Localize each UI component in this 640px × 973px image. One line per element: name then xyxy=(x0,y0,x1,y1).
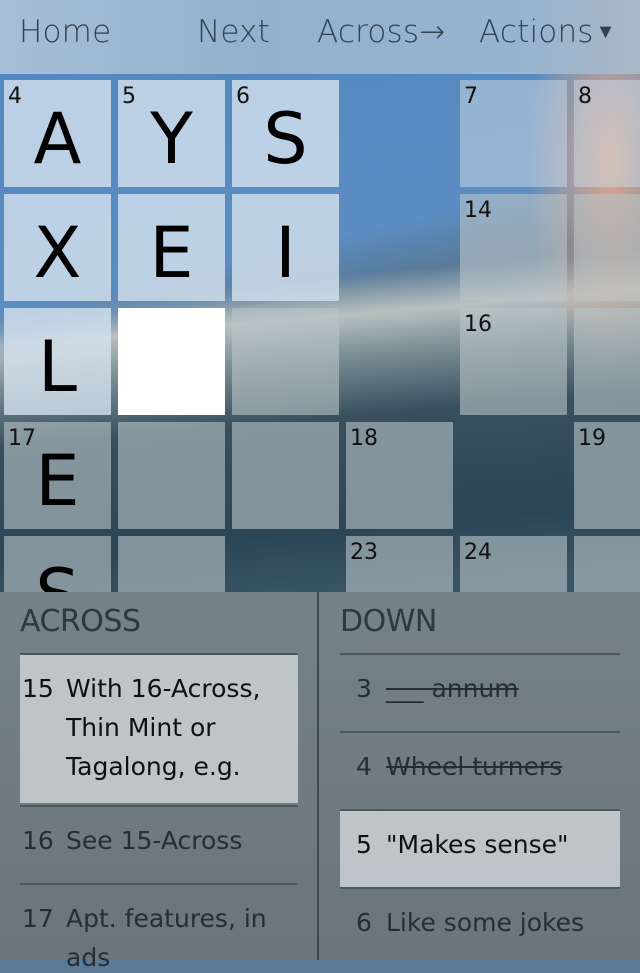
grid-cell[interactable]: E xyxy=(118,194,225,301)
across-clue-item[interactable]: 15 With 16-Across, Thin Mint or Tagalong,… xyxy=(20,653,298,803)
grid-cell[interactable]: 4A xyxy=(4,80,111,187)
across-clue-list: ACROSS 15 With 16-Across, Thin Mint or Ta… xyxy=(20,592,298,972)
actions-label: Actions xyxy=(479,14,594,50)
clue-panel: ACROSS 15 With 16-Across, Thin Mint or Ta… xyxy=(0,592,640,972)
cell-letter: E xyxy=(149,212,194,294)
cell-number: 7 xyxy=(464,84,478,109)
cell-letter: Y xyxy=(150,98,193,180)
grid-cell[interactable] xyxy=(232,422,339,529)
grid-cell[interactable]: X xyxy=(4,194,111,301)
down-clue-item[interactable]: 4 Wheel turners xyxy=(340,731,620,809)
down-heading: DOWN xyxy=(340,604,437,639)
down-clue-list: DOWN 3 ___ annum 4 Wheel turners 5 "Makes sen… xyxy=(340,592,620,960)
cell-number: 19 xyxy=(578,426,606,451)
clue-text: See 15-Across xyxy=(66,826,243,855)
direction-toggle-button[interactable]: Across→ xyxy=(317,14,445,50)
across-heading: ACROSS xyxy=(20,604,141,639)
clue-text: Like some jokes xyxy=(386,908,585,937)
clue-number: 5 xyxy=(356,830,372,859)
grid-black-square xyxy=(346,80,453,187)
clue-number: 3 xyxy=(356,674,372,703)
grid-black-square xyxy=(346,308,453,415)
clue-number: 16 xyxy=(22,826,54,855)
cell-letter: E xyxy=(35,440,80,522)
grid-cell[interactable]: 17 E xyxy=(4,422,111,529)
grid-cell[interactable]: 16 xyxy=(460,308,567,415)
cell-letter: L xyxy=(38,326,77,408)
cell-letter: S xyxy=(263,98,308,180)
grid-cell[interactable]: 5Y xyxy=(118,80,225,187)
grid-black-square xyxy=(232,536,339,592)
cell-number: 24 xyxy=(464,540,492,565)
cell-number: 16 xyxy=(464,312,492,337)
cell-letter: A xyxy=(33,98,82,180)
clue-text: ___ annum xyxy=(386,674,519,703)
grid-cell[interactable]: L xyxy=(4,308,111,415)
across-clue-item[interactable]: 16 See 15-Across xyxy=(20,805,298,883)
crossword-grid: 4A5Y6S78XEI14L1617E1819S2324 xyxy=(0,74,640,592)
grid-black-square xyxy=(346,194,453,301)
grid-cell[interactable]: 6S xyxy=(232,80,339,187)
grid-cell[interactable]: 24 xyxy=(460,536,567,592)
down-clue-item[interactable]: 3 ___ annum xyxy=(340,653,620,731)
caret-down-icon: ▼ xyxy=(595,19,616,43)
grid-cell[interactable]: 7 xyxy=(460,80,567,187)
grid-black-square xyxy=(460,422,567,529)
clue-text: Apt. features, in ads xyxy=(66,904,267,972)
grid-cell[interactable]: 8 xyxy=(574,80,640,187)
cell-number: 23 xyxy=(350,540,378,565)
clue-text: Wheel turners xyxy=(386,752,563,781)
grid-cell[interactable]: 19 xyxy=(574,422,640,529)
down-clue-item[interactable]: 6 Like some jokes xyxy=(340,887,620,965)
clue-text: With 16-Across, Thin Mint or Tagalong, e… xyxy=(66,674,261,781)
grid-cell[interactable] xyxy=(118,422,225,529)
cell-letter: X xyxy=(33,212,82,294)
grid-cell[interactable]: I xyxy=(232,194,339,301)
clue-number: 15 xyxy=(22,674,54,703)
cell-letter: I xyxy=(275,212,296,294)
grid-cell[interactable]: S xyxy=(4,536,111,592)
home-button[interactable]: Home xyxy=(19,14,111,50)
panel-divider xyxy=(317,592,319,960)
clue-text: "Makes sense" xyxy=(386,830,569,859)
clue-number: 4 xyxy=(356,752,372,781)
actions-menu-button[interactable]: Actions ▼ xyxy=(479,14,616,50)
grid-cell[interactable] xyxy=(574,536,640,592)
next-button[interactable]: Next xyxy=(197,14,270,50)
cell-number: 14 xyxy=(464,198,492,223)
grid-cell[interactable]: 14 xyxy=(460,194,567,301)
grid-cell[interactable] xyxy=(574,194,640,301)
clue-number: 6 xyxy=(356,908,372,937)
grid-cell[interactable] xyxy=(574,308,640,415)
down-clue-item[interactable]: 5 "Makes sense" xyxy=(340,809,620,887)
grid-cell[interactable]: 23 xyxy=(346,536,453,592)
clue-number: 17 xyxy=(22,904,54,933)
cell-number: 8 xyxy=(578,84,592,109)
toolbar: Home Next Across→ Actions ▼ xyxy=(0,0,640,74)
grid-cell[interactable] xyxy=(232,308,339,415)
grid-cell[interactable] xyxy=(118,536,225,592)
cell-number: 18 xyxy=(350,426,378,451)
grid-cell-selected[interactable] xyxy=(118,308,225,415)
grid-cell[interactable]: 18 xyxy=(346,422,453,529)
cell-letter: S xyxy=(4,554,111,592)
